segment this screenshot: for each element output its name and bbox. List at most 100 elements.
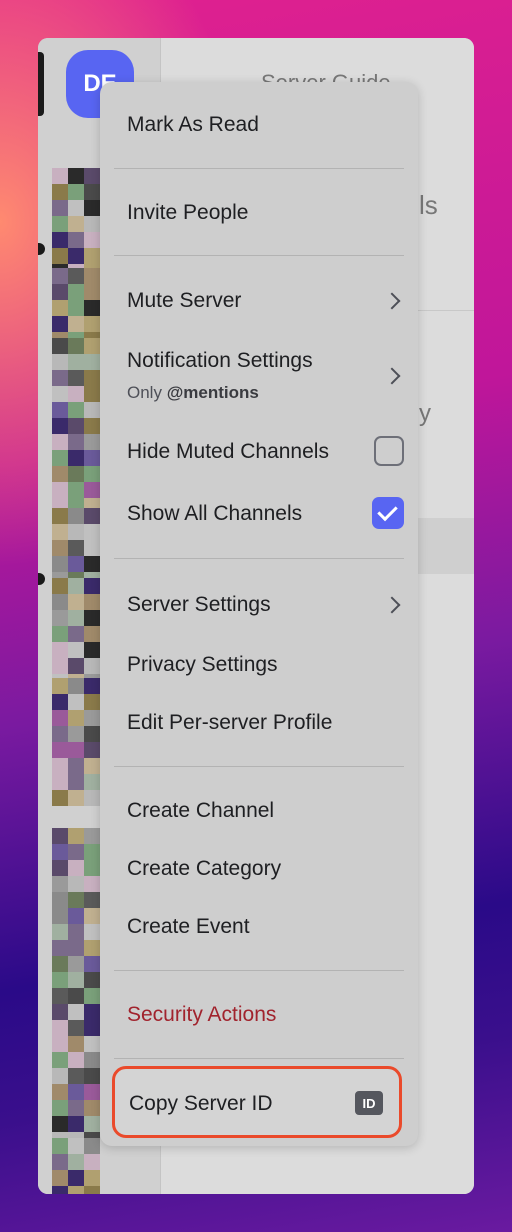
- blurred-pixel: [84, 892, 100, 908]
- blurred-pixel: [84, 386, 100, 402]
- mark-as-read-item[interactable]: Mark As Read: [127, 112, 404, 138]
- copy-server-id-item[interactable]: Copy Server ID: [129, 1091, 385, 1117]
- notification-settings-item[interactable]: Notification Settings: [127, 348, 404, 374]
- blurred-pixel: [68, 1068, 84, 1084]
- blurred-pixel: [68, 434, 84, 450]
- edit-per-server-profile-item[interactable]: Edit Per-server Profile: [127, 710, 404, 736]
- blurred-pixel: [68, 556, 84, 572]
- blurred-pixel: [52, 386, 68, 402]
- hide-muted-checkbox[interactable]: [374, 436, 404, 466]
- blurred-pixel: [68, 508, 84, 524]
- blurred-pixel: [52, 268, 68, 284]
- blurred-pixel: [52, 956, 68, 972]
- blurred-pixel: [52, 892, 68, 908]
- blurred-pixel: [84, 338, 100, 354]
- blurred-pixel: [84, 1186, 100, 1194]
- invite-people-item[interactable]: Invite People: [127, 200, 404, 226]
- blurred-pixel: [68, 1004, 84, 1020]
- blurred-pixel: [68, 726, 84, 742]
- blurred-pixel: [84, 1004, 100, 1020]
- blurred-pixel: [68, 418, 84, 434]
- blurred-pixel: [52, 774, 68, 790]
- blurred-pixel: [84, 168, 100, 184]
- privacy-settings-item[interactable]: Privacy Settings: [127, 652, 404, 678]
- blurred-pixel: [84, 710, 100, 726]
- blurred-pixel: [84, 466, 100, 482]
- show-all-channels-item[interactable]: Show All Channels: [127, 501, 404, 527]
- blurred-pixel: [84, 758, 100, 774]
- blurred-pixel: [52, 972, 68, 988]
- blurred-pixel: [68, 860, 84, 876]
- blurred-pixel: [52, 742, 68, 758]
- menu-separator: [114, 1058, 404, 1059]
- notification-sub-value: @mentions: [166, 383, 259, 402]
- blurred-pixel: [84, 578, 100, 594]
- blurred-pixel: [68, 482, 84, 498]
- blurred-pixel: [68, 370, 84, 386]
- blurred-pixel: [84, 482, 100, 498]
- blurred-pixel: [84, 988, 100, 1004]
- blurred-pixel: [68, 658, 84, 674]
- blurred-pixel: [84, 402, 100, 418]
- blurred-pixel: [52, 988, 68, 1004]
- show-all-checkbox-checked-icon[interactable]: [372, 497, 404, 529]
- blurred-pixel: [84, 694, 100, 710]
- blurred-pixel: [68, 1186, 84, 1194]
- copy-server-id-highlight[interactable]: Copy Server ID ID: [112, 1066, 402, 1138]
- blurred-pixel: [68, 524, 84, 540]
- blurred-pixel: [68, 594, 84, 610]
- blurred-pixel: [84, 1068, 100, 1084]
- blurred-pixel: [52, 1052, 68, 1068]
- blurred-pixel: [52, 578, 68, 594]
- blurred-pixel: [84, 284, 100, 300]
- channel-row-fragment: y: [419, 400, 431, 427]
- blurred-pixel: [68, 268, 84, 284]
- blurred-pixel: [84, 658, 100, 674]
- blurred-pixel: [52, 168, 68, 184]
- blurred-pixel: [84, 354, 100, 370]
- blurred-pixel: [52, 594, 68, 610]
- create-category-item[interactable]: Create Category: [127, 856, 404, 882]
- blurred-pixel: [84, 1170, 100, 1186]
- blurred-pixel: [68, 610, 84, 626]
- blurred-pixel: [84, 924, 100, 940]
- blurred-pixel: [52, 1084, 68, 1100]
- blurred-pixel: [84, 972, 100, 988]
- blurred-pixel: [84, 248, 100, 264]
- blurred-pixel: [52, 626, 68, 642]
- blurred-pixel: [84, 844, 100, 860]
- blurred-pixel: [52, 1068, 68, 1084]
- blurred-pixel: [52, 354, 68, 370]
- create-event-item[interactable]: Create Event: [127, 914, 404, 940]
- blurred-pixel: [68, 184, 84, 200]
- blurred-pixel: [68, 710, 84, 726]
- blurred-pixel: [52, 1186, 68, 1194]
- blurred-pixel: [52, 508, 68, 524]
- mute-server-item[interactable]: Mute Server: [127, 288, 404, 314]
- blurred-pixel: [52, 658, 68, 674]
- blurred-pixel: [52, 876, 68, 892]
- create-channel-item[interactable]: Create Channel: [127, 798, 404, 824]
- selected-server-indicator: [38, 52, 44, 116]
- blurred-pixel: [68, 1052, 84, 1068]
- blurred-pixel: [52, 694, 68, 710]
- blurred-pixel: [84, 200, 100, 216]
- menu-separator: [114, 970, 404, 971]
- blurred-pixel: [52, 1116, 68, 1132]
- blurred-pixel: [52, 908, 68, 924]
- blurred-pixel: [68, 988, 84, 1004]
- blurred-pixel: [68, 742, 84, 758]
- blurred-pixel: [68, 338, 84, 354]
- blurred-pixel: [52, 232, 68, 248]
- blurred-pixel: [84, 370, 100, 386]
- blurred-pixel: [84, 300, 100, 316]
- blurred-pixel: [84, 1154, 100, 1170]
- security-actions-item[interactable]: Security Actions: [127, 1002, 404, 1028]
- hide-muted-channels-item[interactable]: Hide Muted Channels: [127, 439, 404, 465]
- unread-indicator: [38, 243, 45, 255]
- blurred-pixel: [52, 540, 68, 556]
- blurred-pixel: [68, 892, 84, 908]
- blurred-pixel: [52, 844, 68, 860]
- blurred-pixel: [52, 1100, 68, 1116]
- server-settings-item[interactable]: Server Settings: [127, 592, 404, 618]
